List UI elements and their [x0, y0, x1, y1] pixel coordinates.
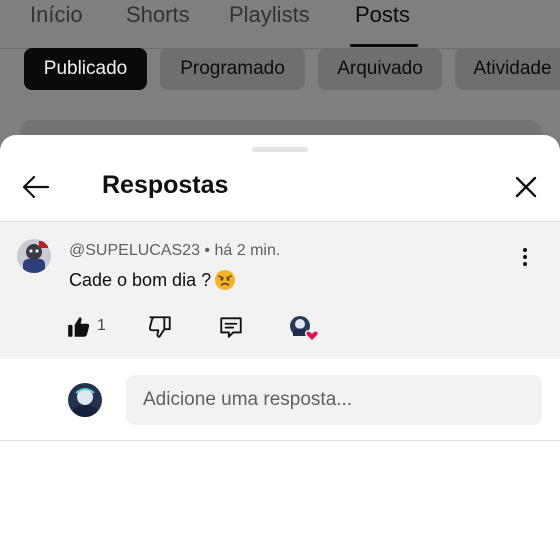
- comment-icon: [220, 317, 242, 338]
- chip-arquivado[interactable]: Arquivado: [318, 48, 442, 90]
- close-button[interactable]: [508, 169, 544, 205]
- more-vertical-icon: [523, 248, 527, 266]
- meta-separator: •: [204, 242, 211, 259]
- chip-atividade[interactable]: Atividade: [455, 48, 560, 90]
- comment-meta: @SUPELUCAS23 • há 2 min.: [69, 242, 280, 260]
- user-avatar-icon: [68, 383, 102, 417]
- creator-heart-icon: [290, 316, 320, 342]
- creator-heart[interactable]: [289, 315, 321, 348]
- composer-divider: [0, 440, 560, 441]
- drag-handle[interactable]: [252, 147, 308, 152]
- tab-shorts[interactable]: Shorts: [126, 2, 190, 28]
- chip-programado[interactable]: Programado: [160, 48, 305, 90]
- comment-time: há 2 min.: [214, 242, 281, 259]
- angry-face-icon: [215, 270, 236, 290]
- close-icon: [515, 176, 537, 198]
- more-options-button[interactable]: [514, 246, 536, 268]
- comment-body: Cade o bom dia ?: [69, 269, 236, 291]
- commenter-avatar[interactable]: [17, 239, 51, 273]
- user-avatar-icon: [17, 239, 51, 273]
- thumbs-up-filled-icon: [68, 317, 90, 337]
- sheet-header: Respostas: [0, 157, 560, 221]
- like-count: 1: [97, 317, 106, 334]
- dislike-button[interactable]: [147, 314, 173, 345]
- reply-button[interactable]: [218, 314, 244, 345]
- tab-posts[interactable]: Posts: [355, 2, 410, 28]
- back-button[interactable]: [18, 169, 54, 205]
- reply-composer: [0, 360, 560, 440]
- comment-text: Cade o bom dia ?: [69, 269, 212, 290]
- like-button[interactable]: [66, 314, 92, 345]
- reply-input[interactable]: [126, 375, 542, 425]
- tab-inicio[interactable]: Início: [30, 2, 83, 28]
- sheet-title: Respostas: [102, 171, 229, 199]
- active-tab-indicator: [350, 44, 418, 47]
- channel-tabs: Início Shorts Playlists Posts: [0, 0, 560, 48]
- current-user-avatar: [68, 383, 102, 417]
- comment-author[interactable]: @SUPELUCAS23: [69, 242, 200, 259]
- replies-sheet: Respostas @SUPELUCAS23 • há 2 min. Cade: [0, 135, 560, 560]
- arrow-left-icon: [22, 175, 50, 199]
- parent-comment: @SUPELUCAS23 • há 2 min. Cade o bom dia …: [0, 222, 560, 359]
- tab-playlists[interactable]: Playlists: [229, 2, 310, 28]
- thumbs-down-icon: [148, 316, 171, 338]
- chip-publicado[interactable]: Publicado: [24, 48, 147, 90]
